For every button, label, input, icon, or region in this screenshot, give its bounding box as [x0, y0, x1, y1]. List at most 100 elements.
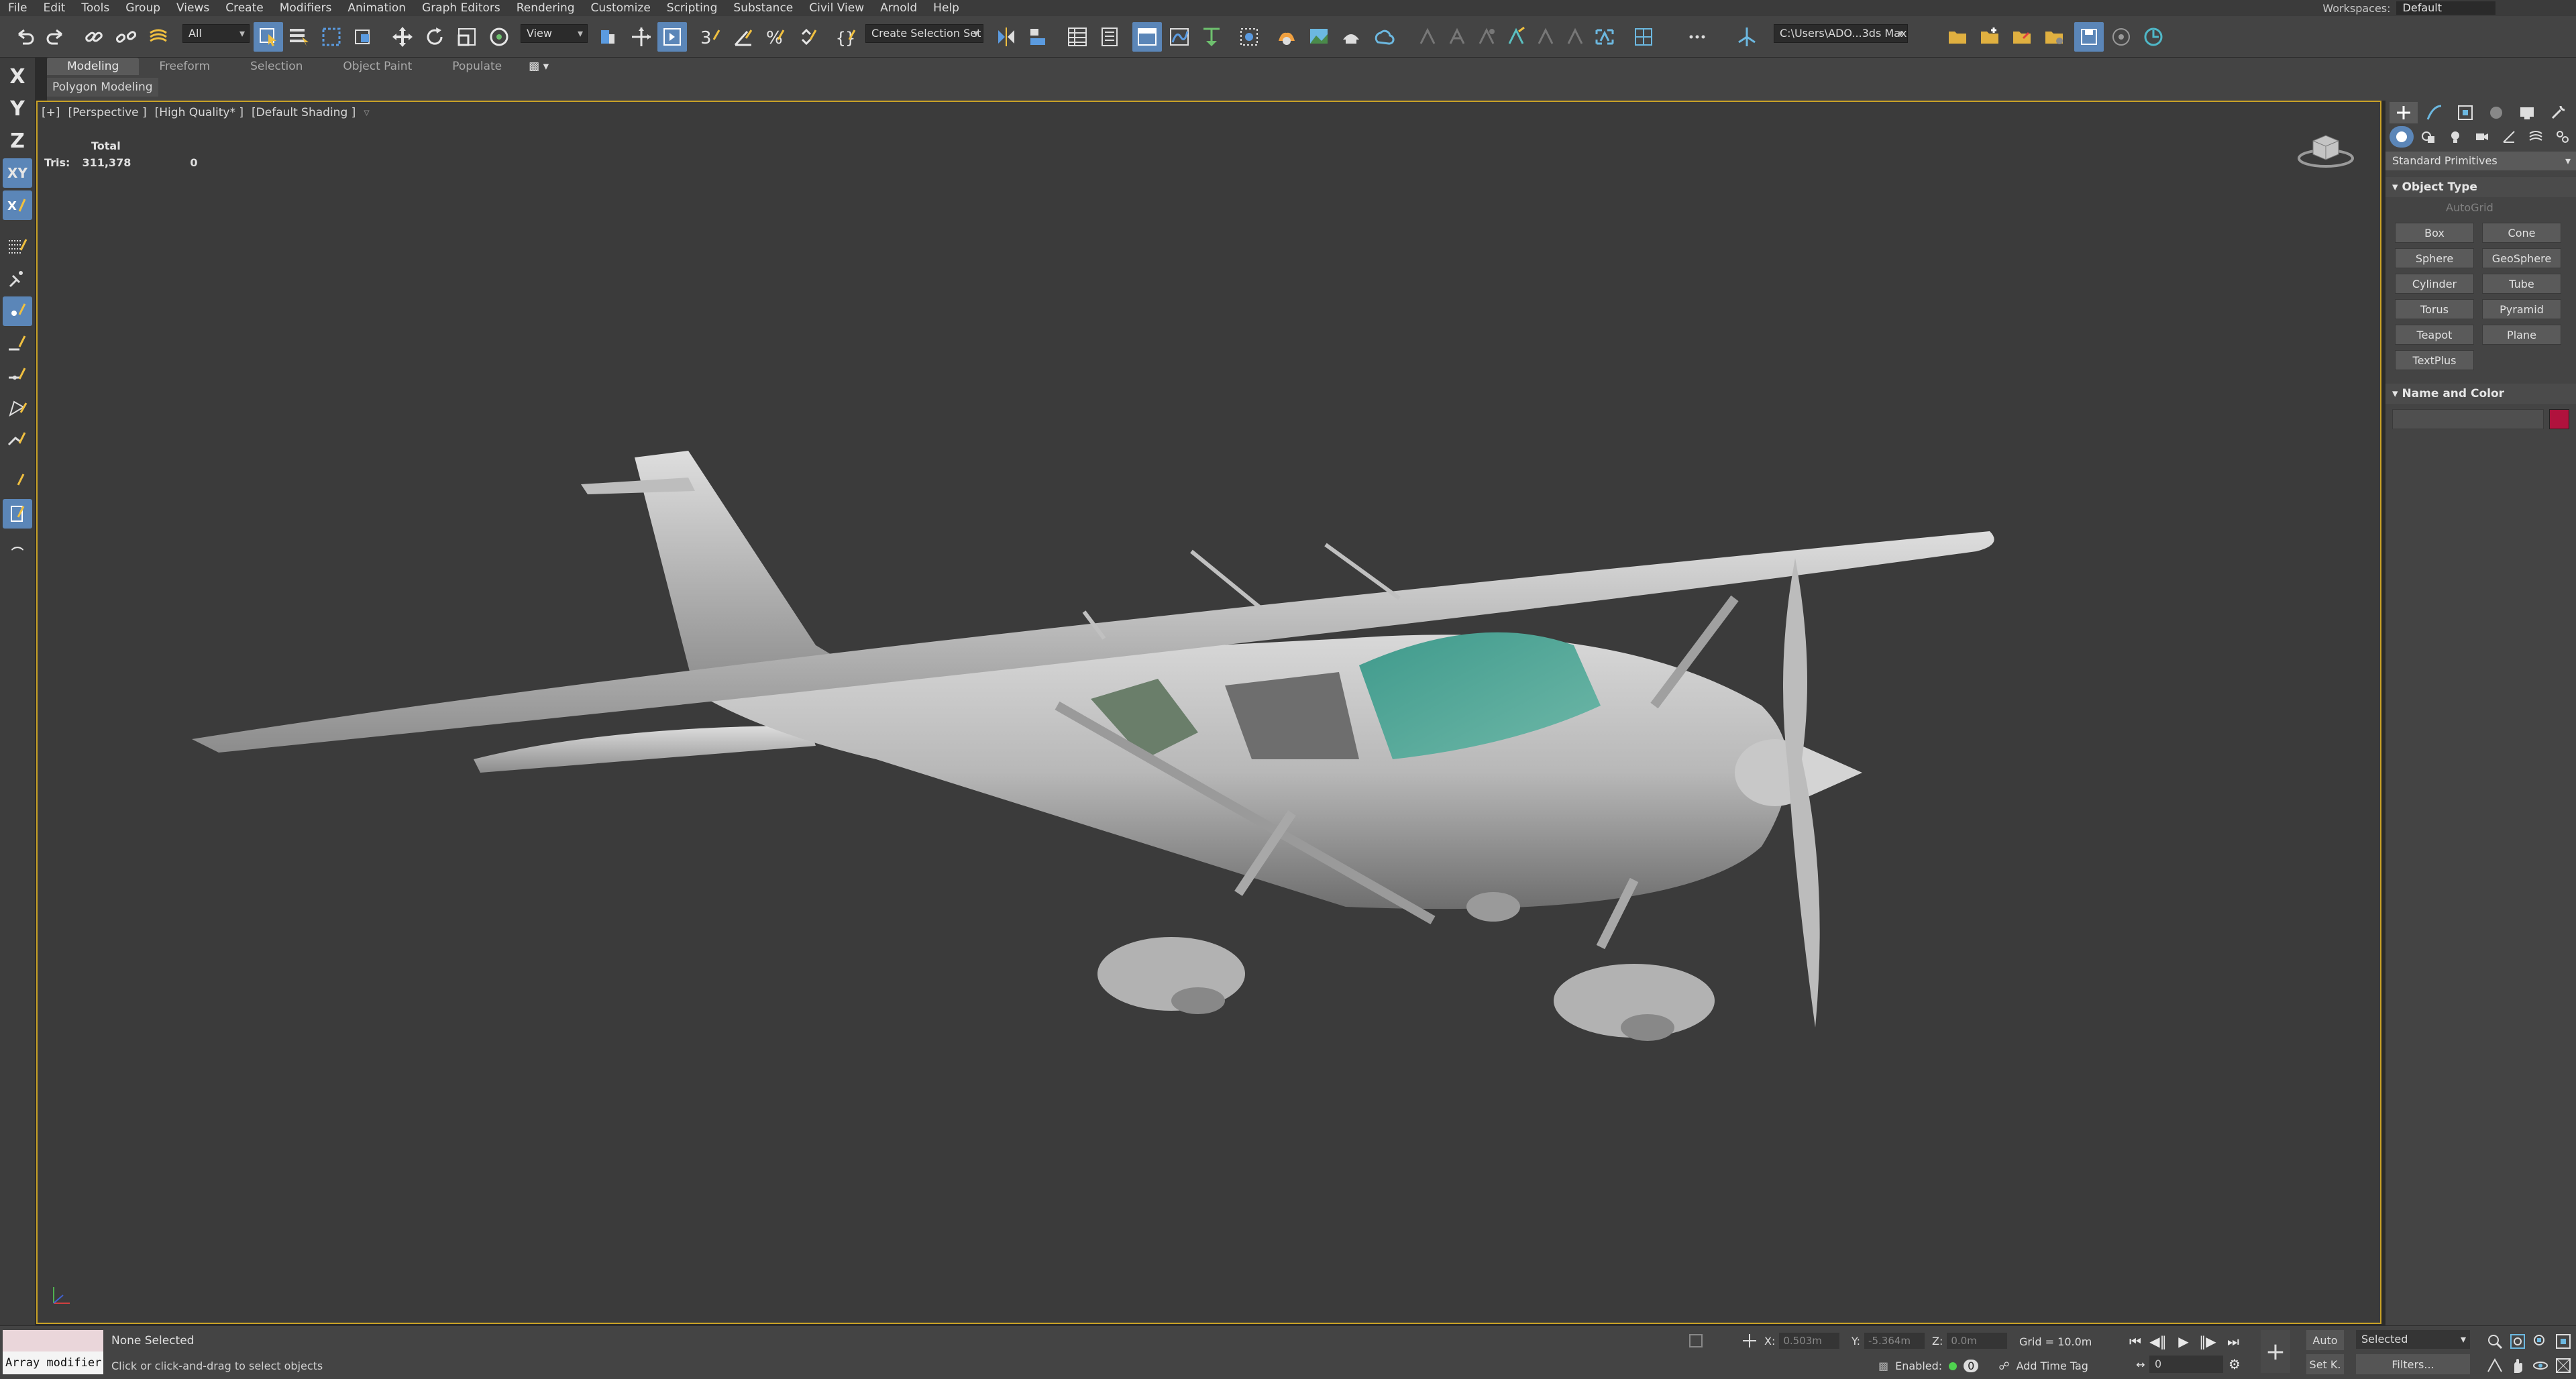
menu-edit[interactable]: Edit	[35, 0, 73, 16]
snap-help-icon[interactable]	[3, 467, 32, 496]
field-of-view-icon[interactable]	[2483, 1356, 2506, 1376]
spinner-snap-icon[interactable]	[793, 22, 822, 52]
menu-tools[interactable]: Tools	[73, 0, 117, 16]
menu-group[interactable]: Group	[117, 0, 168, 16]
render-production-icon[interactable]	[1336, 22, 1366, 52]
menu-scripting[interactable]: Scripting	[659, 0, 726, 16]
snap-edge-icon[interactable]	[3, 393, 32, 423]
undo-icon[interactable]	[9, 22, 39, 52]
zoom-extents-icon[interactable]	[2529, 1331, 2552, 1352]
keyboard-shortcut-override-icon[interactable]	[657, 22, 687, 52]
maxscript-listener[interactable]: Array modifier	[3, 1330, 103, 1376]
object-color-swatch[interactable]	[2549, 409, 2569, 429]
menu-civil-view[interactable]: Civil View	[801, 0, 872, 16]
airplane-model[interactable]	[138, 330, 2017, 1135]
play-icon[interactable]: ▶	[2174, 1333, 2194, 1350]
maxscript-output[interactable]	[3, 1330, 103, 1352]
arnold-tool-1-icon[interactable]	[1413, 22, 1442, 52]
more-tools-icon[interactable]	[1682, 22, 1712, 52]
menu-animation[interactable]: Animation	[339, 0, 414, 16]
box-button[interactable]: Box	[2395, 223, 2474, 243]
autodesk-account-icon[interactable]	[2139, 22, 2168, 52]
primitive-category-dropdown[interactable]: Standard Primitives	[2385, 152, 2576, 170]
curve-editor-icon[interactable]	[1165, 22, 1194, 52]
tube-button[interactable]: Tube	[2482, 274, 2561, 294]
rectangular-selection-icon[interactable]	[317, 22, 346, 52]
maximize-viewport-icon[interactable]	[2552, 1356, 2575, 1376]
geometry-category-icon[interactable]	[2390, 126, 2414, 148]
maxscript-input[interactable]: Array modifier	[3, 1352, 103, 1374]
snap-face-icon[interactable]	[3, 425, 32, 455]
perspective-viewport[interactable]: [+] [Perspective ] [High Quality* ] [Defaul…	[36, 101, 2381, 1324]
modify-tab-icon[interactable]	[2420, 102, 2449, 123]
go-to-end-icon[interactable]: ⏭	[2223, 1333, 2243, 1350]
snap-settings-icon[interactable]	[3, 499, 32, 529]
render-setup-icon[interactable]	[1272, 22, 1301, 52]
sphere-button[interactable]: Sphere	[2395, 248, 2474, 268]
geosphere-button[interactable]: GeoSphere	[2482, 248, 2561, 268]
snap-grid-icon[interactable]	[3, 232, 32, 262]
object-type-header[interactable]: Object Type	[2385, 177, 2576, 197]
viewport-menu-plus[interactable]: [+]	[38, 106, 64, 119]
cylinder-button[interactable]: Cylinder	[2395, 274, 2474, 294]
cameras-category-icon[interactable]	[2470, 126, 2494, 148]
auto-key-button[interactable]: Auto	[2306, 1330, 2344, 1350]
menu-modifiers[interactable]: Modifiers	[272, 0, 340, 16]
schematic-view-icon[interactable]	[1197, 22, 1226, 52]
name-and-color-header[interactable]: Name and Color	[2385, 384, 2576, 404]
isolate-selection-icon[interactable]	[1688, 1333, 1704, 1349]
edit-named-selection-icon[interactable]: {}	[832, 22, 861, 52]
mirror-icon[interactable]	[991, 22, 1021, 52]
time-config-icon[interactable]: ⚙	[2224, 1356, 2245, 1373]
arnold-tool-5-icon[interactable]	[1531, 22, 1560, 52]
set-key-button[interactable]: Set K.	[2306, 1354, 2344, 1374]
arnold-tool-6-icon[interactable]	[1560, 22, 1590, 52]
arnold-render-view-icon[interactable]	[1590, 22, 1619, 52]
ribbon-tab-modeling[interactable]: Modeling	[47, 58, 140, 75]
systems-category-icon[interactable]	[2551, 126, 2575, 148]
torus-button[interactable]: Torus	[2395, 299, 2474, 319]
select-place-icon[interactable]	[484, 22, 514, 52]
zoom-icon[interactable]	[2483, 1331, 2506, 1352]
window-crossing-icon[interactable]	[349, 22, 378, 52]
pyramid-button[interactable]: Pyramid	[2482, 299, 2561, 319]
create-project-icon[interactable]	[1975, 22, 2004, 52]
constrain-y-button[interactable]: Y	[3, 94, 32, 123]
snap-pivot-icon[interactable]	[3, 264, 32, 294]
menu-create[interactable]: Create	[217, 0, 272, 16]
reference-coordinate-dropdown[interactable]: View	[521, 24, 588, 43]
key-filter-selected-dropdown[interactable]: Selected	[2356, 1330, 2470, 1349]
arnold-light-icon[interactable]	[1501, 22, 1531, 52]
menu-customize[interactable]: Customize	[583, 0, 659, 16]
z-field[interactable]: 0.0m	[1947, 1333, 2008, 1349]
save-state-icon[interactable]	[2074, 22, 2104, 52]
ribbon-tab-selection[interactable]: Selection	[230, 58, 323, 75]
render-in-cloud-icon[interactable]	[1368, 22, 1398, 52]
go-to-start-icon[interactable]: ⏮	[2125, 1333, 2145, 1350]
viewcube-icon[interactable]	[2296, 129, 2356, 172]
helpers-category-icon[interactable]	[2497, 126, 2521, 148]
asset-tracking-icon[interactable]	[1732, 22, 1762, 52]
add-time-tag[interactable]: Add Time Tag	[2017, 1360, 2088, 1372]
key-filters-button[interactable]: Filters...	[2356, 1354, 2470, 1374]
arnold-tool-3-icon[interactable]	[1472, 22, 1501, 52]
autogrid-checkbox[interactable]: AutoGrid	[2385, 197, 2576, 217]
scene-explorer-icon[interactable]	[1063, 22, 1092, 52]
lights-category-icon[interactable]	[2443, 126, 2467, 148]
material-editor-icon[interactable]	[1234, 22, 1264, 52]
create-tab-icon[interactable]	[2390, 102, 2418, 123]
motion-tab-icon[interactable]	[2482, 102, 2510, 123]
display-tab-icon[interactable]	[2513, 102, 2541, 123]
menu-arnold[interactable]: Arnold	[872, 0, 925, 16]
rendered-frame-window-icon[interactable]	[1304, 22, 1334, 52]
viewport-quality[interactable]: [High Quality* ]	[151, 106, 248, 119]
select-manipulate-icon[interactable]	[627, 22, 656, 52]
ribbon-tab-freeform[interactable]: Freeform	[139, 58, 230, 75]
project-settings-icon[interactable]	[2039, 22, 2069, 52]
pivot-center-icon[interactable]	[593, 22, 623, 52]
utilities-tab-icon[interactable]	[2544, 102, 2572, 123]
hierarchy-tab-icon[interactable]	[2451, 102, 2479, 123]
named-selection-dropdown[interactable]: Create Selection Set	[865, 24, 983, 43]
arnold-tool-2-icon[interactable]	[1442, 22, 1472, 52]
object-name-field[interactable]	[2392, 409, 2544, 429]
